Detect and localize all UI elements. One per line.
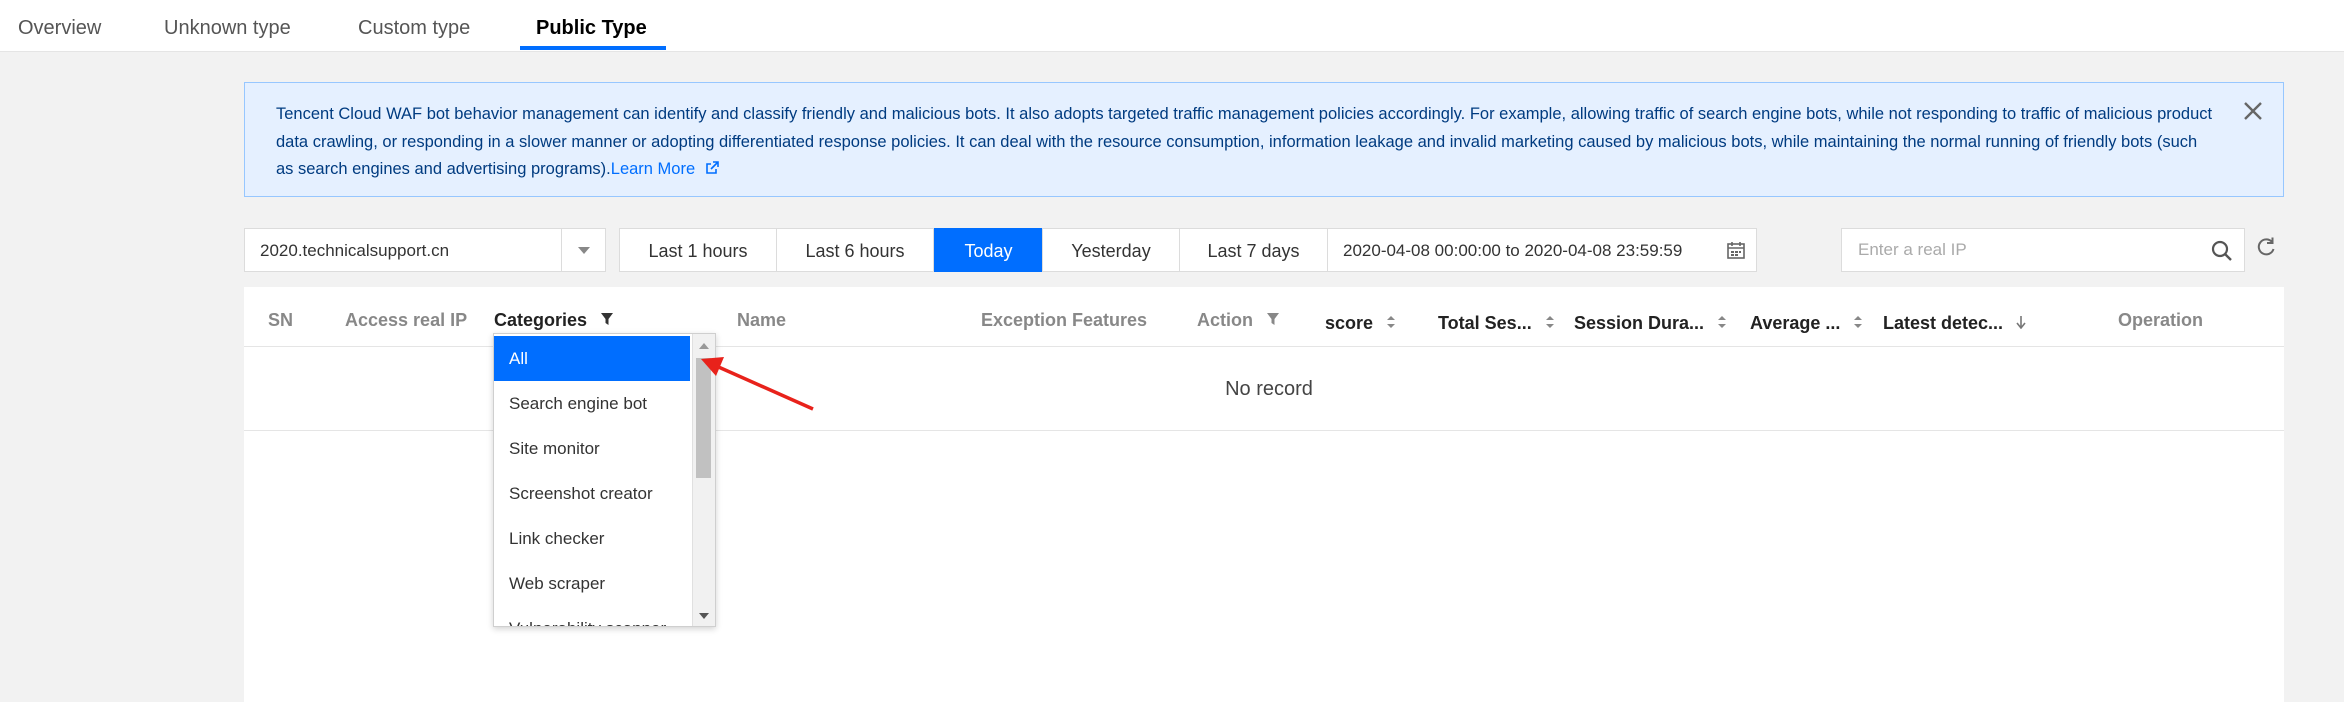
tab-public-type[interactable]: Public Type: [536, 0, 647, 52]
filter-icon[interactable]: [600, 312, 614, 326]
tab-unknown-type[interactable]: Unknown type: [164, 0, 291, 52]
date-range-picker[interactable]: 2020-04-08 00:00:00 to 2020-04-08 23:59:…: [1327, 228, 1757, 272]
dropdown-option-web-scraper[interactable]: Web scraper: [494, 561, 690, 606]
col-average-label: Average ...: [1750, 313, 1841, 333]
col-total-sessions-label: Total Ses...: [1438, 313, 1532, 333]
sort-icon[interactable]: [1386, 315, 1396, 329]
dropdown-option-screenshot-creator[interactable]: Screenshot creator: [494, 471, 690, 516]
col-access-real-ip: Access real IP: [345, 310, 468, 330]
close-icon[interactable]: [2240, 98, 2266, 124]
range-today[interactable]: Today: [934, 228, 1043, 272]
col-name: Name: [737, 310, 787, 330]
scroll-up-arrow-icon[interactable]: [699, 343, 709, 349]
tab-overview[interactable]: Overview: [18, 0, 101, 52]
tab-custom-type[interactable]: Custom type: [358, 0, 470, 52]
range-yesterday[interactable]: Yesterday: [1042, 228, 1180, 272]
col-sn: SN: [268, 310, 294, 330]
ip-search-box: [1841, 228, 2245, 272]
range-last-1-hours[interactable]: Last 1 hours: [619, 228, 777, 272]
sort-icon[interactable]: [1717, 315, 1727, 329]
ip-search-input[interactable]: [1842, 229, 2202, 271]
tab-bar: Overview Unknown type Custom type Public…: [0, 0, 2344, 52]
range-last-6-hours[interactable]: Last 6 hours: [776, 228, 934, 272]
refresh-icon[interactable]: [2255, 236, 2277, 258]
calendar-icon: [1727, 242, 1745, 259]
col-session-duration-label: Session Dura...: [1574, 313, 1705, 333]
sort-icon[interactable]: [1853, 315, 1863, 329]
dropdown-option-site-monitor[interactable]: Site monitor: [494, 426, 690, 471]
learn-more-link[interactable]: Learn More: [611, 160, 720, 178]
external-link-icon: [705, 161, 719, 174]
annotation-arrow-icon: [701, 357, 814, 411]
search-icon[interactable]: [2210, 239, 2234, 263]
categories-filter-dropdown: All Search engine bot Site monitor Scree…: [493, 333, 716, 627]
col-session-duration[interactable]: Session Dura...: [1574, 290, 1727, 350]
domain-select[interactable]: 2020.technicalsupport.cn: [244, 228, 606, 272]
learn-more-label: Learn More: [610, 160, 696, 178]
filter-icon[interactable]: [1266, 312, 1280, 326]
date-range-value: 2020-04-08 00:00:00 to 2020-04-08 23:59:…: [1343, 241, 1683, 260]
dropdown-option-all[interactable]: All: [494, 336, 690, 381]
col-average[interactable]: Average ...: [1750, 290, 1863, 350]
col-score[interactable]: score: [1325, 290, 1396, 350]
range-last-7-days[interactable]: Last 7 days: [1179, 228, 1328, 272]
dropdown-option-search-engine-bot[interactable]: Search engine bot: [494, 381, 690, 426]
col-latest-detected[interactable]: Latest detec...: [1883, 290, 2026, 350]
col-operation: Operation: [2118, 310, 2204, 330]
sort-icon[interactable]: [1545, 315, 1555, 329]
col-exception-features: Exception Features: [981, 310, 1148, 330]
col-categories-label: Categories: [494, 310, 588, 330]
col-total-sessions[interactable]: Total Ses...: [1438, 290, 1555, 350]
sort-descending-icon[interactable]: [2016, 315, 2026, 330]
col-latest-detected-label: Latest detec...: [1883, 313, 2004, 333]
col-action[interactable]: Action: [1197, 287, 1280, 347]
col-score-label: score: [1325, 313, 1374, 333]
domain-value: 2020.technicalsupport.cn: [260, 241, 450, 260]
chevron-down-icon[interactable]: [561, 229, 605, 271]
active-tab-indicator: [520, 46, 666, 50]
col-action-label: Action: [1197, 310, 1253, 330]
notice-text-block: Tencent Cloud WAF bot behavior managemen…: [276, 101, 2213, 184]
scroll-down-arrow-icon[interactable]: [699, 613, 709, 619]
notice-text: Tencent Cloud WAF bot behavior managemen…: [276, 105, 2213, 178]
dropdown-option-vulnerability-scanner[interactable]: Vulnerability scanner: [494, 606, 690, 626]
info-notice: Tencent Cloud WAF bot behavior managemen…: [244, 82, 2284, 197]
dropdown-option-link-checker[interactable]: Link checker: [494, 516, 690, 561]
